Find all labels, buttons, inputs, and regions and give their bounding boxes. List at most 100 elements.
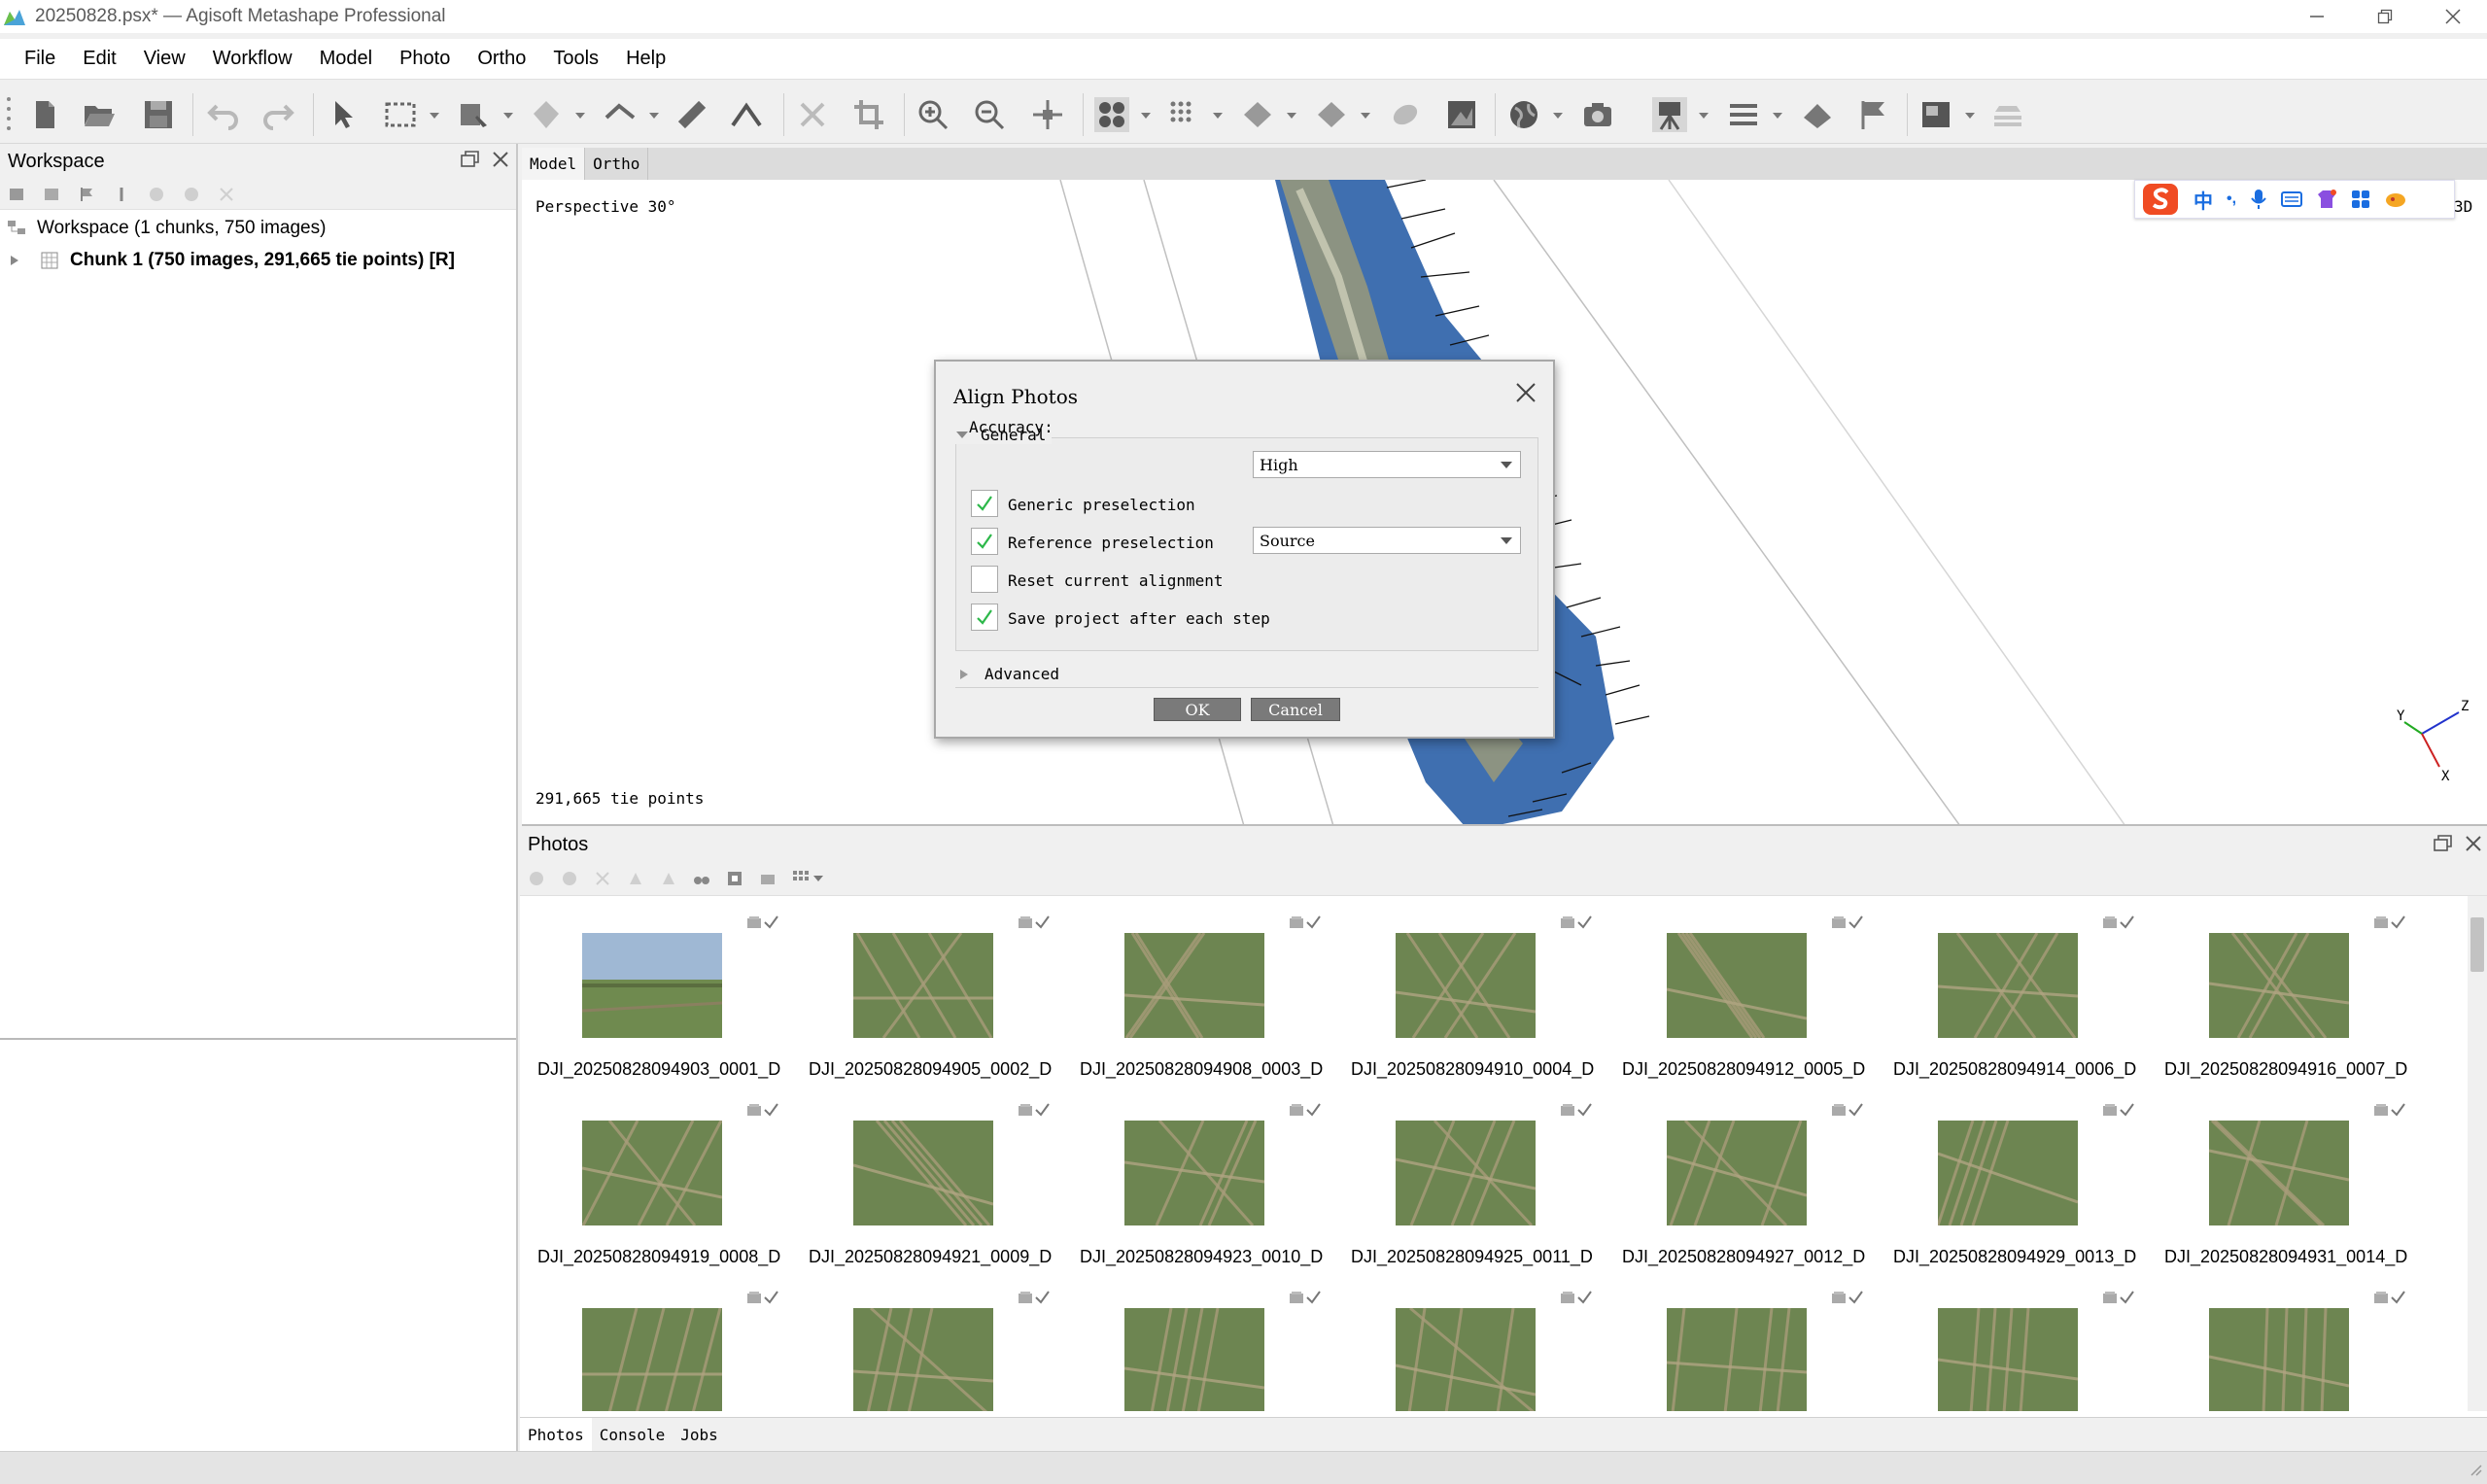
close-panel-icon[interactable]	[2464, 834, 2483, 853]
menu-file[interactable]: File	[12, 48, 68, 70]
zoom-in-button[interactable]	[915, 97, 950, 132]
photo-item[interactable]	[1605, 1271, 1876, 1411]
photo-item[interactable]	[520, 1271, 791, 1411]
ime-language[interactable]: 中	[2193, 186, 2213, 214]
expand-arrow-icon[interactable]	[959, 669, 969, 680]
tab-photos[interactable]: Photos	[520, 1418, 592, 1451]
chunk-item[interactable]: Chunk 1 (750 images, 291,665 tie points)…	[0, 244, 516, 276]
reset-view-button[interactable]	[1030, 97, 1065, 132]
chevron-down-icon[interactable]	[649, 111, 659, 121]
disable-icon[interactable]	[183, 186, 200, 203]
zoom-out-button[interactable]	[972, 97, 1007, 132]
rotate-right-icon[interactable]	[660, 870, 677, 887]
photo-item[interactable]	[791, 1271, 1062, 1411]
photo-item[interactable]: DJI_20250828094914_0006_D	[1876, 896, 2147, 1084]
reset-alignment-checkbox[interactable]	[971, 566, 998, 593]
photo-item[interactable]: DJI_20250828094903_0001_D	[520, 896, 791, 1084]
close-panel-icon[interactable]	[491, 150, 510, 169]
chevron-down-icon[interactable]	[1213, 111, 1223, 121]
rotate-left-icon[interactable]	[627, 870, 644, 887]
ruler-button[interactable]	[674, 97, 709, 132]
sogou-logo-icon[interactable]	[2141, 182, 2180, 217]
photo-item[interactable]: DJI_20250828094910_0004_D	[1333, 896, 1605, 1084]
photo-item[interactable]	[1062, 1271, 1333, 1411]
menu-help[interactable]: Help	[613, 48, 678, 70]
generic-preselection-checkbox[interactable]	[971, 490, 998, 517]
undock-icon[interactable]	[2433, 834, 2454, 853]
chevron-down-icon[interactable]	[1965, 111, 1975, 121]
view-mode-icon[interactable]	[792, 870, 810, 887]
enable-camera-icon[interactable]	[528, 870, 545, 887]
chevron-down-icon[interactable]	[1773, 111, 1782, 121]
photo-item[interactable]: DJI_20250828094925_0011_D	[1333, 1084, 1605, 1271]
show-dem-button[interactable]	[1388, 97, 1423, 132]
workspace-root-item[interactable]: Workspace (1 chunks, 750 images)	[0, 212, 516, 244]
tab-console[interactable]: Console	[592, 1418, 673, 1451]
show-model-button[interactable]	[1240, 97, 1275, 132]
tab-jobs[interactable]: Jobs	[673, 1418, 726, 1451]
photo-item[interactable]: DJI_20250828094905_0002_D	[791, 896, 1062, 1084]
shape-draw-button[interactable]	[457, 97, 492, 132]
chevron-down-icon[interactable]	[1141, 111, 1151, 121]
chevron-down-icon[interactable]	[1553, 111, 1563, 121]
measure-tool-button[interactable]	[603, 97, 638, 132]
chevron-down-icon[interactable]	[1699, 111, 1709, 121]
add-scalebar-icon[interactable]	[113, 186, 130, 203]
show-cameras-button[interactable]	[1580, 97, 1615, 132]
new-project-button[interactable]	[27, 97, 62, 132]
menu-workflow[interactable]: Workflow	[200, 48, 305, 70]
photo-item[interactable]	[2147, 1271, 2418, 1411]
minimize-button[interactable]	[2283, 0, 2351, 33]
skin-icon[interactable]	[2316, 190, 2337, 209]
rectangle-selection-button[interactable]	[383, 97, 418, 132]
photo-item[interactable]: DJI_20250828094919_0008_D	[520, 1084, 791, 1271]
photos-scrollbar[interactable]	[2468, 896, 2487, 1411]
mascot-icon[interactable]	[2384, 190, 2407, 209]
add-marker-icon[interactable]	[78, 186, 95, 203]
menu-model[interactable]: Model	[307, 48, 385, 70]
add-chunk-icon[interactable]	[8, 186, 25, 203]
binoculars-icon[interactable]	[693, 870, 710, 887]
show-shapes-button[interactable]	[1800, 97, 1835, 132]
close-window-button[interactable]	[2419, 0, 2487, 33]
polyline-button[interactable]	[729, 97, 764, 132]
navigation-tool-button[interactable]	[325, 97, 360, 132]
photo-item[interactable]: DJI_20250828094923_0010_D	[1062, 1084, 1333, 1271]
menu-edit[interactable]: Edit	[70, 48, 128, 70]
show-dense-cloud-button[interactable]	[1166, 97, 1201, 132]
open-project-button[interactable]	[82, 97, 117, 132]
menu-view[interactable]: View	[131, 48, 198, 70]
collapse-arrow-icon[interactable]	[955, 431, 969, 440]
crop-selection-button[interactable]	[851, 97, 886, 132]
show-images-icon[interactable]	[759, 870, 777, 887]
reset-filter-icon[interactable]	[726, 870, 743, 887]
accuracy-select[interactable]: High	[1253, 451, 1521, 478]
close-dialog-icon[interactable]	[1514, 381, 1537, 404]
show-ortho-button[interactable]	[1444, 97, 1479, 132]
cancel-button[interactable]: Cancel	[1251, 698, 1340, 721]
menu-ortho[interactable]: Ortho	[465, 48, 538, 70]
workspace-divider[interactable]	[0, 1038, 516, 1040]
save-project-checkbox[interactable]	[971, 604, 998, 631]
photo-item[interactable]: DJI_20250828094927_0012_D	[1605, 1084, 1876, 1271]
advanced-group-header[interactable]: Advanced	[955, 665, 1538, 688]
photo-item[interactable]: DJI_20250828094912_0005_D	[1605, 896, 1876, 1084]
show-basemap-button[interactable]	[1506, 97, 1541, 132]
tab-ortho[interactable]: Ortho	[585, 148, 649, 180]
delete-selection-button[interactable]	[795, 97, 830, 132]
show-tie-points-button[interactable]	[1094, 97, 1129, 132]
show-tiled-model-button[interactable]	[1314, 97, 1349, 132]
chevron-down-icon[interactable]	[813, 874, 823, 883]
remove-icon[interactable]	[218, 186, 235, 203]
reference-preselection-checkbox[interactable]	[971, 528, 998, 555]
menu-tools[interactable]: Tools	[540, 48, 611, 70]
chevron-down-icon[interactable]	[575, 111, 585, 121]
show-images-button[interactable]	[1918, 97, 1953, 132]
model-tool-button[interactable]	[529, 97, 564, 132]
chevron-down-icon[interactable]	[1287, 111, 1296, 121]
photo-item[interactable]: DJI_20250828094916_0007_D	[2147, 896, 2418, 1084]
ok-button[interactable]: OK	[1154, 698, 1241, 721]
photo-item[interactable]	[1876, 1271, 2147, 1411]
photo-item[interactable]: DJI_20250828094908_0003_D	[1062, 896, 1333, 1084]
show-aligned-cameras-button[interactable]	[1652, 97, 1687, 132]
